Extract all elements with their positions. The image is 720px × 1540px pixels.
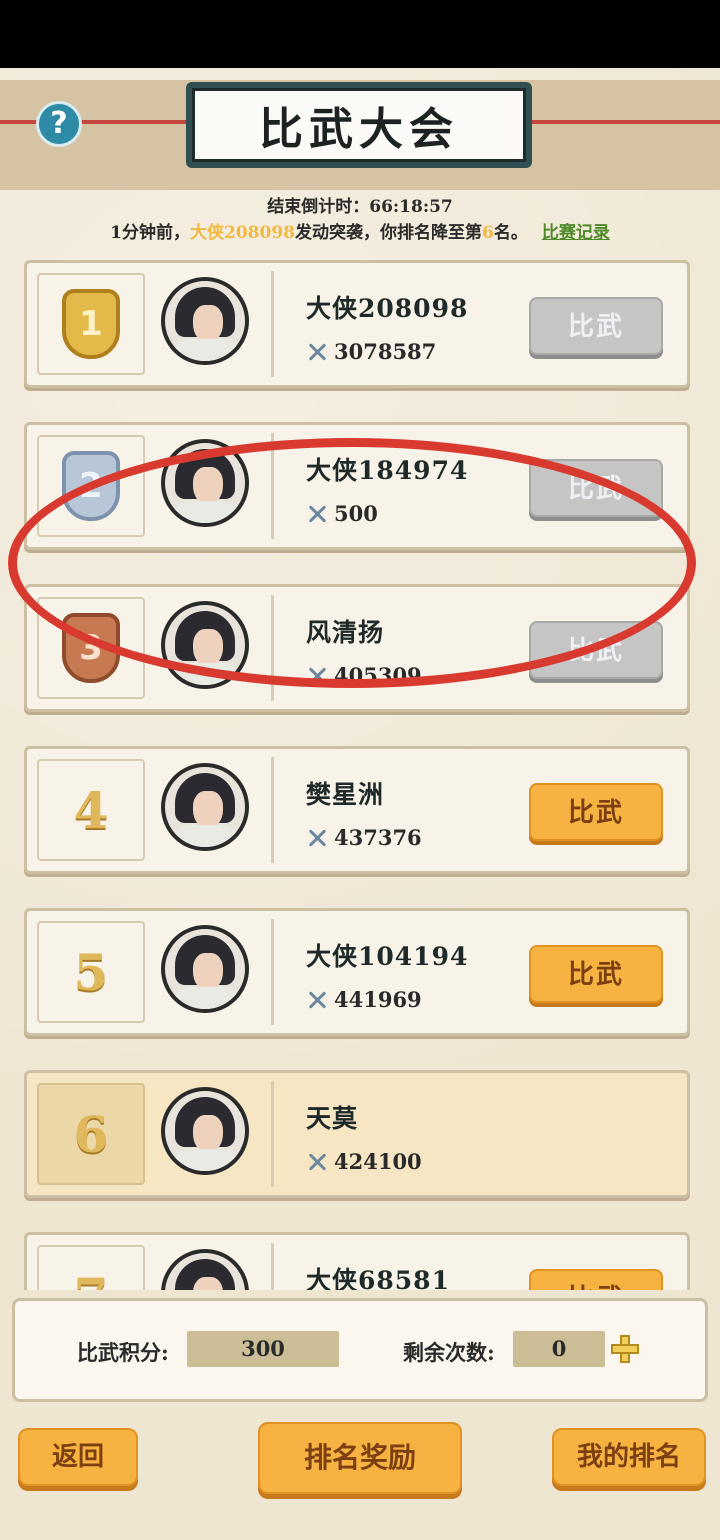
- power-value: 3078587: [306, 339, 436, 364]
- power-value: 424100: [306, 1149, 422, 1174]
- score-panel: 比武积分: 300 剩余次数: 0: [12, 1298, 708, 1402]
- rank-box: 4: [37, 759, 145, 861]
- add-attempts-icon[interactable]: [611, 1335, 639, 1363]
- my-ranking-row: 6 天莫 424100: [24, 1070, 690, 1198]
- power-number: 437376: [334, 825, 422, 850]
- fight-button[interactable]: 比武: [529, 297, 663, 355]
- notice-attacker: 大侠208098: [190, 223, 295, 243]
- countdown-text: 结束倒计时：66:18:57: [267, 197, 453, 217]
- power-number: 424100: [334, 1149, 422, 1174]
- power-value: 437376: [306, 825, 422, 850]
- gold-medal-icon: 1: [62, 289, 120, 359]
- player-name: 大侠208098: [306, 294, 469, 323]
- remaining-label: 剩余次数:: [403, 1340, 495, 1365]
- fight-button[interactable]: 比武: [529, 783, 663, 841]
- ranking-list: 1 大侠208098 3078587 比武 2 大侠184974 500 比武: [0, 260, 720, 1290]
- avatar[interactable]: [161, 1087, 249, 1175]
- player-name: 大侠104194: [306, 942, 469, 971]
- fight-button[interactable]: 比武: [529, 1269, 663, 1290]
- rank-box: 1: [37, 273, 145, 375]
- notice-prefix: 1分钟前，: [110, 223, 190, 243]
- remaining-value: 0: [513, 1331, 605, 1367]
- crossed-swords-icon: [306, 1151, 328, 1173]
- rank-box: 6: [37, 1083, 145, 1185]
- rank-box: 7: [37, 1245, 145, 1290]
- notice-middle: 发动突袭，你排名降至第: [294, 223, 482, 243]
- notice-rank: 6: [481, 223, 494, 243]
- page-title: 比武大会: [192, 88, 526, 162]
- player-name: 天莫: [306, 1104, 359, 1133]
- player-name: 大侠68581: [306, 1266, 450, 1290]
- fight-button[interactable]: 比武: [529, 945, 663, 1003]
- player-name: 樊星洲: [306, 780, 385, 809]
- rank-number: 6: [73, 1104, 109, 1164]
- rank-number: 5: [73, 942, 109, 1002]
- match-record-link[interactable]: 比赛记录: [542, 223, 610, 243]
- power-number: 3078587: [334, 339, 437, 364]
- rope-left: [0, 120, 200, 124]
- my-rank-button[interactable]: 我的排名: [552, 1428, 706, 1486]
- ranking-row: 5 大侠104194 441969 比武: [24, 908, 690, 1036]
- power-number: 441969: [334, 987, 422, 1012]
- crossed-swords-icon: [306, 989, 328, 1011]
- notice-suffix: 名。: [493, 223, 528, 243]
- rank-number: 4: [73, 780, 109, 840]
- rank-box: 5: [37, 921, 145, 1023]
- avatar[interactable]: [161, 763, 249, 851]
- player-info: 天莫 424100: [271, 1081, 674, 1187]
- notice-text: 1分钟前，大侠208098发动突袭，你排名降至第6名。 比赛记录: [0, 218, 720, 243]
- rank-rewards-button[interactable]: 排名奖励: [258, 1422, 462, 1494]
- ranking-row: 7 大侠68581 比武: [24, 1232, 690, 1290]
- rank-number: 7: [74, 1267, 109, 1291]
- ranking-row: 1 大侠208098 3078587 比武: [24, 260, 690, 388]
- crossed-swords-icon: [306, 827, 328, 849]
- crossed-swords-icon: [306, 341, 328, 363]
- game-screen: ? 比武大会 结束倒计时：66:18:57 1分钟前，大侠208098发动突袭，…: [0, 68, 720, 1540]
- avatar[interactable]: [161, 1249, 249, 1290]
- avatar[interactable]: [161, 925, 249, 1013]
- title-plate: 比武大会: [186, 82, 532, 168]
- rope-right: [520, 120, 720, 124]
- avatar[interactable]: [161, 277, 249, 365]
- points-value: 300: [187, 1331, 339, 1367]
- ranking-row: 4 樊星洲 437376 比武: [24, 746, 690, 874]
- points-label: 比武积分:: [77, 1340, 169, 1365]
- power-value: 441969: [306, 987, 422, 1012]
- annotation-circle: [8, 438, 696, 688]
- help-icon[interactable]: ?: [36, 101, 82, 147]
- back-button[interactable]: 返回: [18, 1428, 138, 1486]
